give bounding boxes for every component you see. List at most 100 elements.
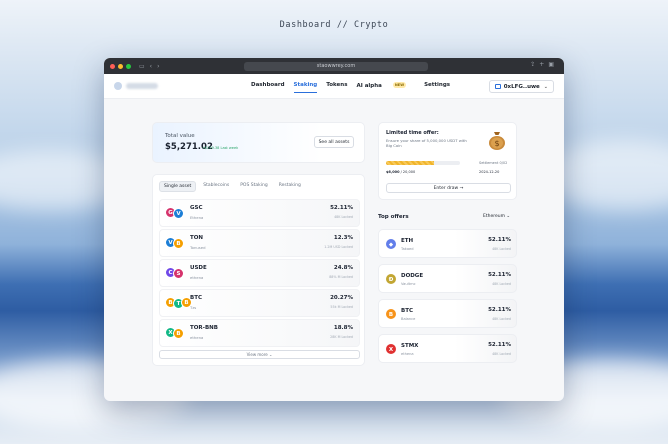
asset-locked: 88% M Locked (329, 275, 353, 279)
asset-coin-icons: XB (165, 327, 187, 341)
offer-apy: 52.11% (488, 272, 511, 278)
asset-row[interactable]: X B TOR-BNB ethena 18.8% 28K M Locked (159, 319, 360, 347)
nav-dashboard[interactable]: Dashboard (251, 82, 285, 89)
offer-progress-bar (386, 161, 460, 165)
asset-apy: 20.27% (330, 295, 353, 301)
offer-name: BTC (401, 308, 413, 314)
tab-stablecoins[interactable]: Stablecoins (199, 181, 233, 192)
money-bag-icon: $ (489, 132, 505, 150)
asset-network: ethena (190, 335, 204, 340)
offer-apy: 52.11% (488, 307, 511, 313)
asset-network: Tzs (190, 305, 197, 310)
asset-locked: 55k M Locked (330, 305, 353, 309)
wallet-address: 0xLFG..uwe (503, 83, 540, 90)
tab-restaking[interactable]: Restaking (275, 181, 305, 192)
forward-icon[interactable]: › (157, 63, 159, 70)
nav-tokens[interactable]: Tokens (326, 82, 347, 89)
offer-row[interactable]: ◆ ETH Takaed 52.11% 48K Locked (378, 229, 517, 258)
btc-icon: B (385, 308, 397, 320)
browser-actions-icons[interactable]: ⇪+▣ (530, 61, 558, 68)
asset-row[interactable]: G V GSC Ethena 52.11% 48K Locked (159, 199, 360, 227)
total-value-label: Total value (165, 133, 195, 139)
wallet-selector[interactable]: 0xLFG..uwe ⌄ (488, 80, 554, 93)
offer-progress-value: $6,000 / 20,000 (386, 170, 416, 174)
offer-name: DODGE (401, 273, 424, 279)
sidebar-icon[interactable]: ▭ (139, 63, 145, 70)
asset-apy: 24.8% (333, 265, 353, 271)
asset-coin-icons: VB (165, 237, 187, 251)
assets-card: Single asset Stablecoins POS Staking Res… (152, 174, 365, 366)
offer-locked: 48K Locked (492, 247, 511, 251)
chevron-down-icon: ⌄ (543, 83, 548, 90)
svg-text:$: $ (494, 139, 499, 148)
asset-coin-icons: BTB (165, 297, 192, 311)
offer-network: Takaed (401, 247, 414, 251)
minimize-dot[interactable] (118, 63, 123, 69)
offer-settlement-label: Settlement 0/02 (479, 161, 508, 165)
nav-settings[interactable]: Settings (424, 82, 450, 89)
offer-title: Limited time offer: (386, 130, 439, 136)
asset-network: Tonused (190, 245, 206, 250)
asset-locked: 1.2M USD Locked (324, 245, 353, 249)
asset-coin-icons: GV (165, 207, 187, 221)
offer-row[interactable]: X STMX ethena 52.11% 48K Locked (378, 334, 517, 363)
page-title: Dashboard // Crypto (279, 20, 389, 30)
offer-network: Vaultmc (401, 282, 416, 286)
coin-icon: B (173, 238, 184, 249)
new-badge: NEW (392, 82, 407, 88)
asset-locked: 28K M Locked (330, 335, 353, 339)
enter-draw-button[interactable]: Enter draw → (386, 183, 511, 193)
main-menu: Dashboard Staking Tokens AI alpha NEW Set… (251, 82, 459, 92)
asset-name: GSC (190, 205, 203, 211)
see-all-assets-button[interactable]: See all assets (314, 136, 354, 148)
offer-apy: 52.11% (488, 237, 511, 243)
offer-description: Ensure your share of 5,000,000 USDT with… (386, 138, 467, 149)
asset-apy: 12.3% (333, 235, 353, 241)
coin-icon: S (173, 268, 184, 279)
total-value-card: Total value $5,271.02 +$129.38 Last week… (152, 122, 365, 163)
offer-locked: 48K Locked (492, 317, 511, 321)
asset-network: ethena (190, 275, 204, 280)
limited-offer-card: Limited time offer: Ensure your share of… (378, 122, 517, 200)
stmx-icon: X (385, 343, 397, 355)
asset-coin-icons: CS (165, 267, 187, 281)
nav-staking[interactable]: Staking (293, 82, 317, 92)
nav-ai-alpha[interactable]: AI alpha NEW (356, 82, 415, 89)
coin-icon: B (173, 328, 184, 339)
offer-network: Balance (401, 317, 416, 321)
asset-name: TOR-BNB (190, 325, 218, 331)
maximize-dot[interactable] (126, 63, 131, 69)
asset-locked: 48K Locked (334, 215, 353, 219)
top-offers-title: Top offers (378, 214, 409, 220)
browser-window: ▭ ‹ › staowwrey.com ⇪+▣ Dashboard Stakin… (104, 58, 564, 401)
offer-locked: 48K Locked (492, 282, 511, 286)
asset-name: USDE (190, 265, 207, 271)
eth-icon: ◆ (385, 238, 397, 250)
total-value-change: +$129.38 Last week (202, 146, 239, 150)
asset-apy: 52.11% (330, 205, 353, 211)
offer-network: ethena (401, 352, 414, 356)
offer-apy: 52.11% (488, 342, 511, 348)
asset-row[interactable]: V B TON Tonused 12.3% 1.2M USD Locked (159, 229, 360, 257)
dodge-icon: Ð (385, 273, 397, 285)
coin-icon: V (173, 208, 184, 219)
tab-pos-staking[interactable]: POS Staking (236, 181, 272, 192)
network-dropdown[interactable]: Ethereum ⌄ (483, 214, 510, 219)
offer-name: STMX (401, 343, 419, 349)
asset-tabs: Single asset Stablecoins POS Staking Res… (159, 181, 308, 192)
offer-date: 2024-12-20 (479, 170, 500, 174)
wallet-icon (494, 84, 501, 89)
offer-row[interactable]: Ð DODGE Vaultmc 52.11% 48K Locked (378, 264, 517, 293)
view-more-button[interactable]: View more ⌄ (159, 350, 360, 359)
tab-single-asset[interactable]: Single asset (159, 181, 197, 192)
back-icon[interactable]: ‹ (150, 63, 152, 70)
offer-locked: 48K Locked (492, 352, 511, 356)
address-bar[interactable]: staowwrey.com (244, 61, 428, 71)
asset-name: BTC (190, 295, 202, 301)
browser-toolbar: ▭ ‹ › staowwrey.com ⇪+▣ (104, 58, 564, 74)
offer-row[interactable]: B BTC Balance 52.11% 48K Locked (378, 299, 517, 328)
asset-row[interactable]: B T B BTC Tzs 20.27% 55k M Locked (159, 289, 360, 317)
close-dot[interactable] (110, 63, 115, 69)
brand-logo[interactable] (114, 82, 158, 90)
asset-row[interactable]: C S USDE ethena 24.8% 88% M Locked (159, 259, 360, 287)
